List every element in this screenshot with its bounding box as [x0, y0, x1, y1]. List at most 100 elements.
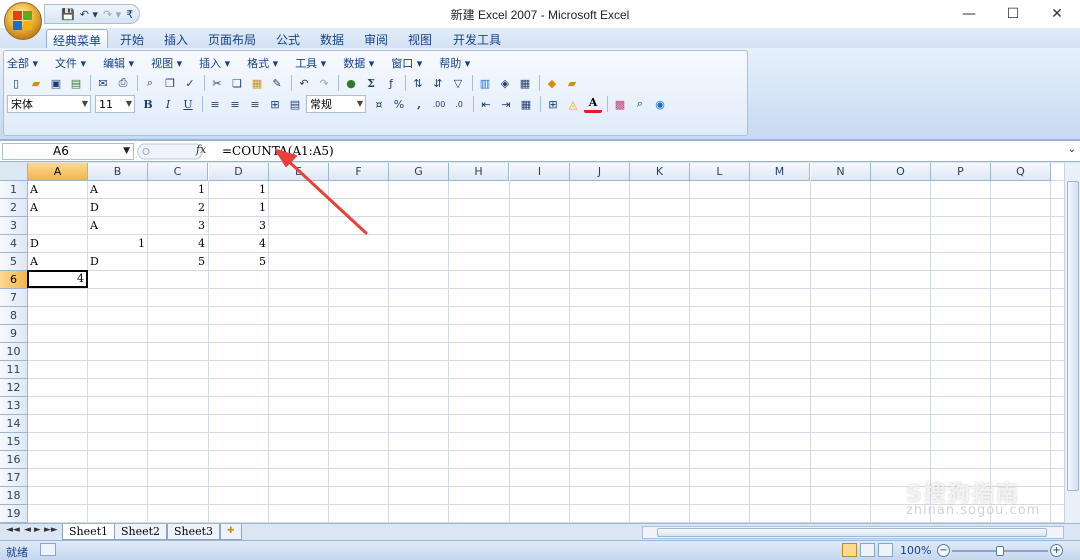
decrease-decimal-button[interactable]: .0: [450, 95, 468, 113]
cell-a5[interactable]: A: [28, 253, 87, 271]
tab-insert[interactable]: 插入: [156, 29, 196, 48]
tab-developer[interactable]: 开发工具: [446, 29, 508, 48]
column-header-i[interactable]: I: [510, 163, 570, 181]
comma-style-button[interactable]: ,: [410, 95, 428, 113]
tab-data[interactable]: 数据: [312, 29, 352, 48]
email-icon[interactable]: ✉: [94, 74, 112, 92]
zoom-slider[interactable]: [952, 546, 1048, 556]
tab-review[interactable]: 审阅: [356, 29, 396, 48]
cell-a4[interactable]: D: [28, 235, 87, 253]
vertical-scrollbar[interactable]: [1064, 163, 1080, 523]
row-header-10[interactable]: 10: [0, 343, 28, 361]
copy-icon[interactable]: ❏: [228, 74, 246, 92]
column-header-d[interactable]: D: [209, 163, 269, 181]
column-header-h[interactable]: H: [449, 163, 509, 181]
column-header-e[interactable]: E: [269, 163, 329, 181]
cell-c4[interactable]: 4: [148, 235, 207, 253]
column-header-f[interactable]: F: [329, 163, 389, 181]
insert-function-icon[interactable]: ƒ: [382, 74, 400, 92]
menu-view[interactable]: 视图 ▾: [151, 55, 182, 71]
formula-input[interactable]: =COUNTA(A1:A5): [222, 144, 334, 158]
minimize-button[interactable]: —: [946, 0, 992, 28]
column-header-l[interactable]: L: [690, 163, 750, 181]
sort-ascending-icon[interactable]: ⇅: [409, 74, 427, 92]
help-icon[interactable]: ◉: [651, 95, 669, 113]
merge-center-icon[interactable]: ⊞: [266, 95, 284, 113]
cell-b2[interactable]: D: [88, 199, 147, 217]
italic-button[interactable]: I: [159, 95, 177, 113]
align-left-icon[interactable]: ≡: [206, 95, 224, 113]
normal-view-button[interactable]: [842, 543, 857, 557]
cell-c1[interactable]: 1: [148, 181, 207, 199]
find-icon[interactable]: ⌕: [631, 95, 649, 113]
print-icon[interactable]: ⎙: [114, 74, 132, 92]
underline-button[interactable]: U: [179, 95, 197, 113]
column-header-n[interactable]: N: [811, 163, 871, 181]
column-header-m[interactable]: M: [750, 163, 810, 181]
cell-a1[interactable]: A: [28, 181, 87, 199]
next-sheet-button[interactable]: ►: [34, 525, 41, 535]
font-color-icon[interactable]: A: [584, 95, 602, 113]
zoom-in-button[interactable]: +: [1050, 544, 1063, 557]
percent-button[interactable]: %: [390, 95, 408, 113]
chart-icon[interactable]: ▥: [476, 74, 494, 92]
align-center-icon[interactable]: ≡: [226, 95, 244, 113]
page-break-view-button[interactable]: [878, 543, 893, 557]
cell-c5[interactable]: 5: [148, 253, 207, 271]
tab-page-layout[interactable]: 页面布局: [200, 29, 264, 48]
increase-indent-icon[interactable]: ⇥: [497, 95, 515, 113]
cell-d4[interactable]: 4: [209, 235, 268, 253]
format-painter-icon[interactable]: ✎: [268, 74, 286, 92]
row-header-17[interactable]: 17: [0, 469, 28, 487]
column-header-b[interactable]: B: [88, 163, 148, 181]
insert-picture-icon[interactable]: ▩: [611, 95, 629, 113]
autosum-icon[interactable]: Σ: [362, 74, 380, 92]
cell-c3[interactable]: 3: [148, 217, 207, 235]
cell-b4[interactable]: 1: [88, 235, 147, 253]
name-box[interactable]: A6 ▼: [2, 143, 134, 160]
undo-icon[interactable]: ↶: [295, 74, 313, 92]
menu-all[interactable]: 全部 ▾: [7, 55, 38, 71]
macro-record-icon[interactable]: [40, 543, 56, 556]
row-header-9[interactable]: 9: [0, 325, 28, 343]
column-header-p[interactable]: P: [931, 163, 991, 181]
menu-file[interactable]: 文件 ▾: [55, 55, 86, 71]
borders-icon[interactable]: ⊞: [544, 95, 562, 113]
research-icon[interactable]: ❐: [161, 74, 179, 92]
drawing-icon[interactable]: ◈: [496, 74, 514, 92]
menu-format[interactable]: 格式 ▾: [247, 55, 278, 71]
column-header-o[interactable]: O: [871, 163, 931, 181]
font-name-select[interactable]: 宋体 ▼: [7, 95, 91, 113]
tab-view[interactable]: 视图: [400, 29, 440, 48]
menu-data[interactable]: 数据 ▾: [343, 55, 374, 71]
tab-classic-menu[interactable]: 经典菜单: [46, 29, 108, 48]
menu-help[interactable]: 帮助 ▾: [439, 55, 470, 71]
cut-icon[interactable]: ✂: [208, 74, 226, 92]
macro-icon[interactable]: ◆: [543, 74, 561, 92]
sheet-tab-1[interactable]: Sheet1: [62, 524, 116, 540]
select-all-button[interactable]: [0, 163, 28, 181]
cell-d5[interactable]: 5: [209, 253, 268, 271]
sort-descending-icon[interactable]: ⇵: [429, 74, 447, 92]
row-header-2[interactable]: 2: [0, 199, 28, 217]
wrap-text-icon[interactable]: ▤: [286, 95, 304, 113]
number-format-select[interactable]: 常规 ▼: [306, 95, 366, 113]
zoom-level[interactable]: 100%: [900, 544, 931, 557]
filter-icon[interactable]: ▽: [449, 74, 467, 92]
maximize-button[interactable]: ☐: [990, 0, 1036, 28]
save-icon[interactable]: ▣: [47, 74, 65, 92]
bold-button[interactable]: B: [139, 95, 157, 113]
row-header-1[interactable]: 1: [0, 181, 28, 199]
row-header-11[interactable]: 11: [0, 361, 28, 379]
tab-home[interactable]: 开始: [112, 29, 152, 48]
cell-b3[interactable]: A: [88, 217, 147, 235]
font-size-select[interactable]: 11 ▼: [95, 95, 135, 113]
row-header-7[interactable]: 7: [0, 289, 28, 307]
row-header-5[interactable]: 5: [0, 253, 28, 271]
hyperlink-icon[interactable]: ●: [342, 74, 360, 92]
cell-d1[interactable]: 1: [209, 181, 268, 199]
menu-edit[interactable]: 编辑 ▾: [103, 55, 134, 71]
open-folder-icon[interactable]: ▰: [27, 74, 45, 92]
row-header-6[interactable]: 6: [0, 271, 28, 289]
row-header-19[interactable]: 19: [0, 505, 28, 523]
